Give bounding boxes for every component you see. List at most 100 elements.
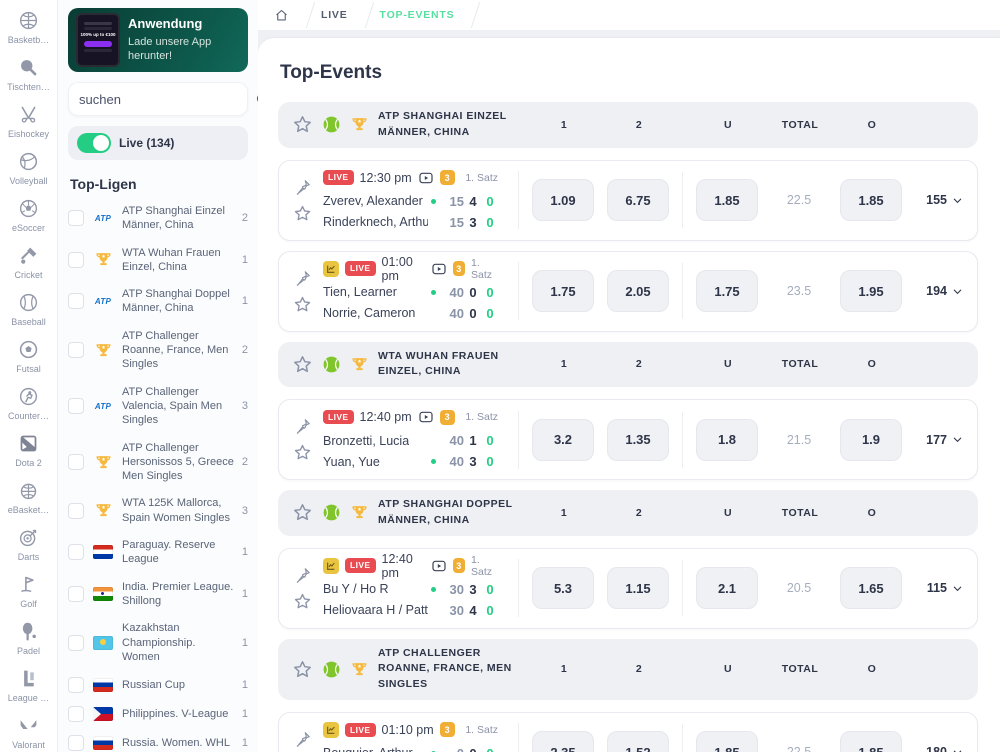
favorite-star-icon[interactable] [293,443,312,462]
odds-button-over[interactable]: 1.9 [840,418,902,461]
league-checkbox[interactable] [68,293,84,310]
league-checkbox[interactable] [68,210,84,227]
sidebar-item-futsal[interactable]: Futsal [0,337,57,374]
odds-button-under[interactable]: 2.1 [696,567,758,609]
favorite-star-icon[interactable] [292,354,313,375]
league-item[interactable]: India. Premier League. Shillong 1 [68,580,248,609]
league-checkbox[interactable] [68,398,84,415]
live-toggle[interactable] [77,133,111,153]
favorite-star-icon[interactable] [292,502,313,523]
event-card[interactable]: LIVE 12:40 pm 3 1. Satz Bu Y / Ho R 30 3 0… [278,547,978,629]
sidebar-item-baseball[interactable]: Baseball [0,290,57,327]
league-item[interactable]: ATP Challenger Roanne, France, Men Singl… [68,329,248,372]
league-item[interactable]: Philippines. V-League 1 [68,706,248,723]
tennis-icon [322,355,341,374]
odds-button-2[interactable]: 1.35 [607,418,669,461]
odds-button-1[interactable]: 1.09 [532,179,594,221]
search-input[interactable] [79,91,255,107]
pin-icon[interactable] [293,269,312,288]
league-checkbox[interactable] [68,251,84,268]
league-item[interactable]: ATP Challenger Hersonissos 5, Greece Men… [68,441,248,484]
league-item[interactable]: ATP ATP Shanghai Doppel Männer, China 1 [68,287,248,316]
markets-count[interactable]: 194 [915,284,963,298]
sidebar-item-counter-strike[interactable]: Counter… [0,384,57,421]
favorite-star-icon[interactable] [293,204,312,223]
favorite-star-icon[interactable] [293,295,312,314]
league-checkbox[interactable] [68,706,84,723]
league-checkbox[interactable] [68,544,84,561]
stream-icon[interactable] [431,558,447,574]
favorite-star-icon[interactable] [293,592,312,611]
odds-button-over[interactable]: 1.65 [840,567,902,609]
event-card[interactable]: LIVE 01:10 pm 3 1. Satz Bouquier, Arthur… [278,711,978,752]
markets-count[interactable]: 155 [915,193,963,207]
league-checkbox[interactable] [68,342,84,359]
sidebar-item-table-tennis[interactable]: Tischten… [0,55,57,92]
stats-icon[interactable] [323,260,339,277]
sidebar-item-esoccer[interactable]: eSoccer [0,196,57,233]
sidebar-item-darts[interactable]: Darts [0,525,57,562]
league-checkbox[interactable] [68,735,84,752]
pin-icon[interactable] [293,417,312,436]
odds-button-under[interactable]: 1.85 [696,731,758,752]
breadcrumb-live[interactable]: LIVE [321,9,348,21]
markets-count[interactable]: 177 [915,433,963,447]
sidebar-item-dota2[interactable]: Dota 2 [0,431,57,468]
home-icon[interactable] [274,8,289,23]
league-checkbox[interactable] [68,454,84,470]
favorite-star-icon[interactable] [292,659,313,680]
sidebar-item-volleyball[interactable]: Volleyball [0,149,57,186]
sidebar-item-league-of-legends[interactable]: League … [0,666,57,703]
sidebar-item-basketball[interactable]: Basketb… [0,8,57,45]
sidebar-item-valorant[interactable]: Valorant [0,713,57,750]
odds-button-2[interactable]: 1.15 [607,567,669,609]
odds-button-under[interactable]: 1.85 [696,179,758,221]
league-item[interactable]: Russian Cup 1 [68,677,248,694]
league-item[interactable]: ATP ATP Shanghai Einzel Männer, China 2 [68,204,248,233]
stream-icon[interactable] [418,409,434,425]
odds-button-under[interactable]: 1.75 [696,270,758,312]
odds-button-2[interactable]: 1.52 [607,731,669,752]
sidebar-item-ebasketball[interactable]: eBasket… [0,478,57,515]
search-box[interactable] [68,82,258,116]
league-item[interactable]: Russia. Women. WHL 1 [68,735,248,752]
odds-button-1[interactable]: 3.2 [532,418,594,461]
odds-button-2[interactable]: 2.05 [607,270,669,312]
league-checkbox[interactable] [68,502,84,519]
stats-icon[interactable] [323,557,339,574]
markets-count[interactable]: 115 [915,581,963,595]
league-checkbox[interactable] [68,634,84,651]
league-checkbox[interactable] [68,585,84,602]
stream-icon[interactable] [418,170,434,186]
event-card[interactable]: LIVE 01:00 pm 3 1. Satz Tien, Learner 40… [278,250,978,332]
pin-icon[interactable] [293,566,312,585]
sidebar-item-cricket[interactable]: Cricket [0,243,57,280]
league-checkbox[interactable] [68,677,84,694]
league-item[interactable]: ATP ATP Challenger Valencia, Spain Men S… [68,385,248,428]
sidebar-item-golf[interactable]: Golf [0,572,57,609]
odds-button-1[interactable]: 1.75 [532,270,594,312]
stats-icon[interactable] [323,721,339,738]
league-item[interactable]: WTA 125K Mallorca, Spain Women Singles 3 [68,496,248,525]
markets-count[interactable]: 180 [915,745,963,752]
breadcrumb-top-events[interactable]: TOP-EVENTS [380,9,455,21]
odds-button-1[interactable]: 5.3 [532,567,594,609]
odds-button-over[interactable]: 1.85 [840,179,902,221]
app-download-banner[interactable]: 100% up to €100 Anwendung Lade unsere Ap… [68,8,248,72]
event-card[interactable]: LIVE 12:30 pm 3 1. Satz Zverev, Alexande… [278,159,978,241]
sidebar-item-padel[interactable]: Padel [0,619,57,656]
favorite-star-icon[interactable] [292,114,313,135]
odds-button-over[interactable]: 1.85 [840,731,902,752]
event-card[interactable]: LIVE 12:40 pm 3 1. Satz Bronzetti, Lucia… [278,399,978,480]
league-item[interactable]: Kazakhstan Championship. Women 1 [68,621,248,664]
odds-button-over[interactable]: 1.95 [840,270,902,312]
sidebar-item-ice-hockey[interactable]: Eishockey [0,102,57,139]
odds-button-under[interactable]: 1.8 [696,418,758,461]
stream-icon[interactable] [431,261,447,277]
odds-button-2[interactable]: 6.75 [607,179,669,221]
odds-button-1[interactable]: 2.35 [532,731,594,752]
pin-icon[interactable] [293,730,312,749]
pin-icon[interactable] [293,178,312,197]
league-item[interactable]: WTA Wuhan Frauen Einzel, China 1 [68,246,248,275]
league-item[interactable]: Paraguay. Reserve League 1 [68,538,248,567]
